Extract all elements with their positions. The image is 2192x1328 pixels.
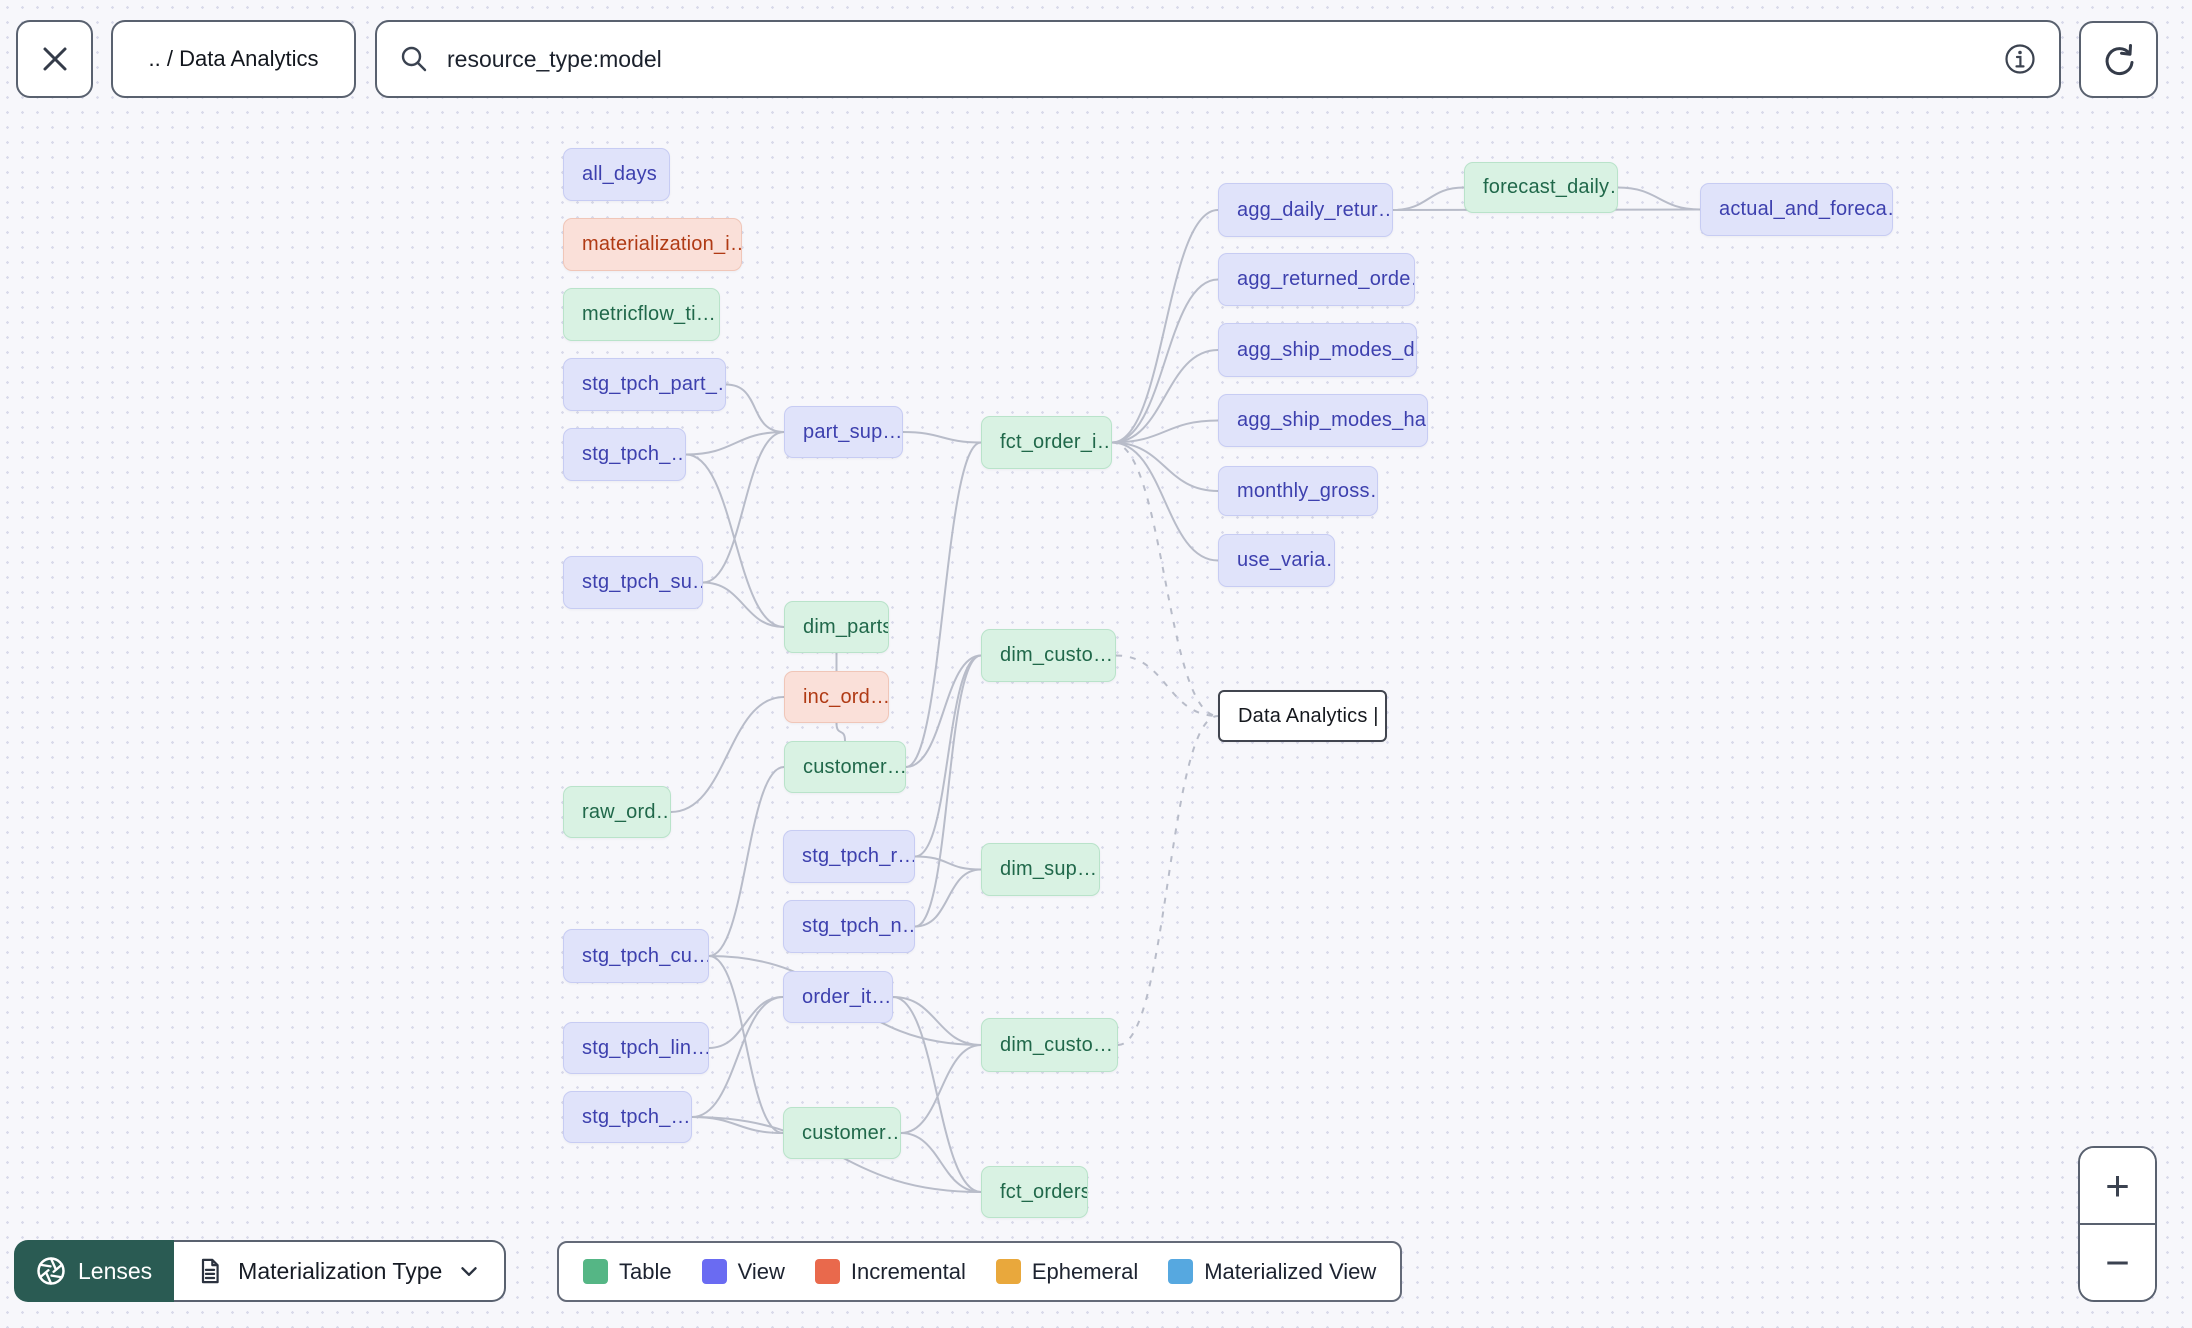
graph-node-fct_order_items[interactable]: fct_order_i… — [981, 416, 1112, 469]
graph-node-stg_tpch_n[interactable]: stg_tpch_n… — [783, 900, 915, 953]
graph-canvas[interactable]: all_days materialization_i… metricflow_ti…… — [0, 0, 2192, 1328]
refresh-button[interactable] — [2079, 21, 2158, 98]
zoom-control: + − — [2078, 1146, 2157, 1302]
graph-node-agg_ship_modes_d[interactable]: agg_ship_modes_d… — [1218, 323, 1417, 377]
legend-item: Materialized View — [1168, 1259, 1376, 1285]
graph-node-customer_a[interactable]: customer… — [784, 741, 906, 793]
graph-node-inc_ord[interactable]: inc_ord… — [784, 671, 889, 723]
zoom-out-button[interactable]: − — [2080, 1225, 2155, 1300]
breadcrumb-label: .. / Data Analytics — [148, 46, 319, 71]
graph-node-dim_parts[interactable]: dim_parts — [784, 601, 889, 653]
graph-node-data_analytics[interactable]: Data Analytics | … — [1218, 690, 1387, 742]
lens-selected-label: Materialization Type — [238, 1257, 443, 1284]
legend-swatch — [995, 1259, 1021, 1284]
graph-node-all_days[interactable]: all_days — [563, 148, 670, 201]
legend-item: View — [701, 1258, 785, 1285]
legend-label: Incremental — [850, 1258, 966, 1284]
legend-swatch — [1168, 1259, 1194, 1284]
lenses-button-label: Lenses — [78, 1257, 153, 1284]
graph-node-dim_custo_lower[interactable]: dim_custo… — [981, 1018, 1118, 1072]
graph-node-monthly_gross[interactable]: monthly_gross… — [1218, 466, 1378, 516]
legend-label: View — [737, 1258, 785, 1284]
search-icon — [401, 46, 427, 72]
lenses-button[interactable]: Lenses — [14, 1240, 175, 1302]
document-icon — [202, 1258, 219, 1284]
graph-node-materialization_i[interactable]: materialization_i… — [563, 218, 742, 271]
graph-node-agg_daily_retur[interactable]: agg_daily_retur… — [1218, 183, 1393, 237]
search-bar[interactable] — [375, 20, 2061, 98]
graph-node-stg_tpch_cu[interactable]: stg_tpch_cu… — [563, 929, 709, 983]
refresh-icon — [2105, 43, 2133, 75]
graph-node-forecast_daily[interactable]: forecast_daily… — [1464, 162, 1618, 213]
graph-node-agg_returned_orde[interactable]: agg_returned_orde… — [1218, 253, 1415, 306]
graph-node-part_sup[interactable]: part_sup… — [784, 406, 903, 458]
graph-node-dim_sup[interactable]: dim_sup… — [981, 843, 1100, 896]
legend-swatch — [814, 1259, 840, 1284]
aperture-icon — [37, 1257, 65, 1285]
graph-node-fct_orders[interactable]: fct_orders — [981, 1166, 1088, 1218]
graph-node-use_varia[interactable]: use_varia… — [1218, 534, 1335, 587]
legend-swatch — [701, 1259, 727, 1284]
legend-label: Materialized View — [1204, 1258, 1377, 1284]
legend-swatch — [583, 1259, 608, 1284]
breadcrumb[interactable]: .. / Data Analytics — [111, 20, 356, 98]
legend-item: Incremental — [814, 1258, 966, 1285]
close-icon — [43, 47, 66, 71]
graph-node-stg_tpch_r[interactable]: stg_tpch_r… — [783, 830, 915, 883]
graph-node-metricflow_ti[interactable]: metricflow_ti… — [563, 288, 720, 341]
graph-node-actual_and_foreca[interactable]: actual_and_foreca… — [1700, 183, 1893, 236]
graph-node-stg_tpch_c[interactable]: stg_tpch_… — [563, 1091, 692, 1143]
graph-node-stg_tpch_b[interactable]: stg_tpch_… — [563, 428, 686, 481]
info-icon[interactable] — [2003, 42, 2037, 76]
graph-node-customer_b[interactable]: customer… — [783, 1107, 901, 1159]
search-input[interactable] — [445, 44, 1987, 74]
lenses-bar: Lenses Materialization Type — [14, 1240, 507, 1302]
zoom-in-button[interactable]: + — [2080, 1148, 2155, 1225]
graph-node-stg_tpch_su[interactable]: stg_tpch_su… — [563, 556, 703, 609]
legend-item: Table — [583, 1259, 672, 1285]
graph-node-stg_tpch_lin[interactable]: stg_tpch_lin… — [563, 1022, 709, 1074]
close-button[interactable] — [16, 20, 93, 98]
lens-select-dropdown[interactable]: Materialization Type — [174, 1240, 507, 1302]
legend-item: Ephemeral — [995, 1258, 1139, 1285]
graph-node-agg_ship_modes_ha[interactable]: agg_ship_modes_ha… — [1218, 394, 1428, 447]
legend-label: Ephemeral — [1031, 1258, 1139, 1284]
materialization-legend: Table View Incremental Ephemeral Materialize… — [557, 1241, 1403, 1302]
graph-node-order_it[interactable]: order_it… — [783, 971, 893, 1023]
graph-node-raw_ord[interactable]: raw_ord… — [563, 786, 671, 838]
graph-node-stg_tpch_part[interactable]: stg_tpch_part_… — [563, 358, 726, 411]
legend-label: Table — [619, 1258, 672, 1284]
graph-node-dim_custo_upper[interactable]: dim_custo… — [981, 629, 1116, 682]
chevron-down-icon — [461, 1267, 477, 1276]
